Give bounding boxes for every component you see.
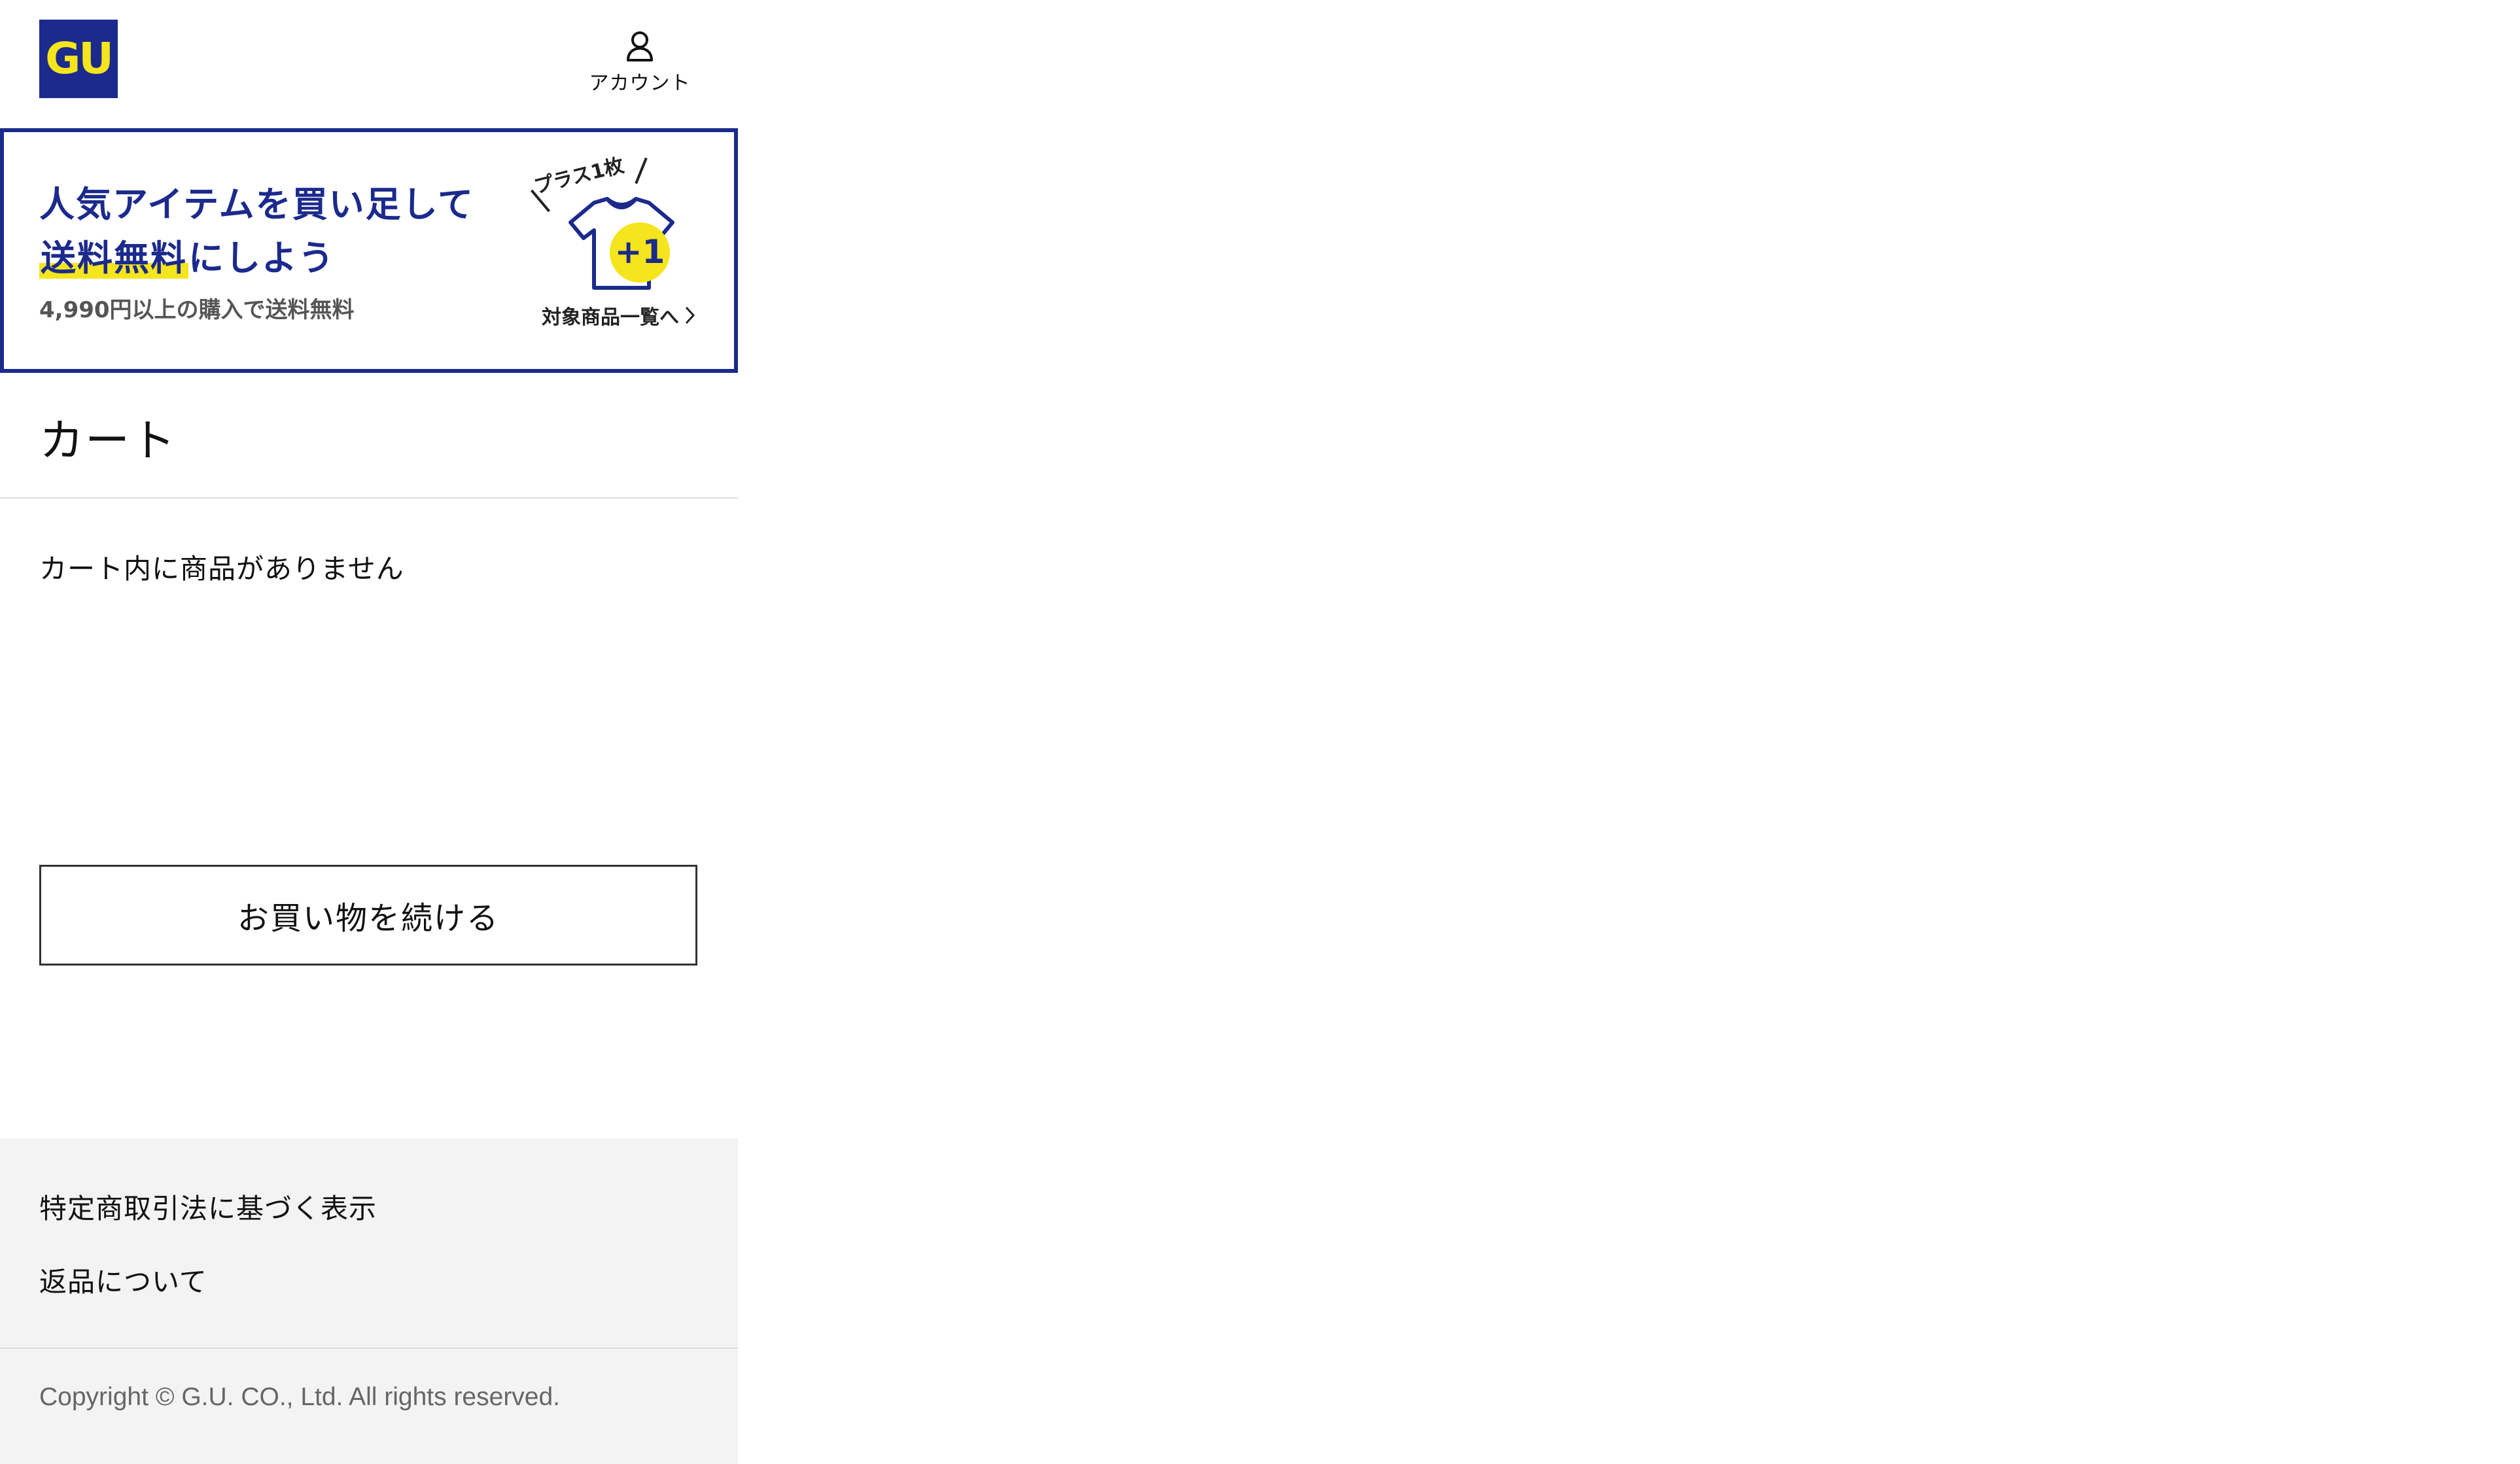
banner-link: 対象商品一覧へ: [542, 301, 696, 330]
mobile-column: GU アカウント 人気アイテムを買い足して 送料無料にしよう 4,990円以上の…: [0, 0, 738, 1464]
footer-links: 特定商取引法に基づく表示 返品について: [0, 1138, 738, 1349]
plus-one-badge: +1: [615, 233, 665, 271]
account-label: アカウント: [589, 72, 691, 95]
tshirt-icon: +1: [569, 197, 674, 290]
banner-subtext: 4,990円以上の購入で送料無料: [39, 297, 355, 323]
page-title: カート: [39, 415, 177, 467]
banner-headline-line1: 人気アイテムを買い足して: [39, 184, 474, 225]
banner-link-label: 対象商品一覧へ: [542, 306, 679, 329]
logo-text: GU: [45, 33, 114, 84]
banner-tag: プラス1枚: [531, 154, 627, 199]
site-footer: 特定商取引法に基づく表示 返品について Copyright © G.U. CO.…: [0, 1138, 738, 1464]
page: GU アカウント 人気アイテムを買い足して 送料無料にしよう 4,990円以上の…: [0, 0, 2520, 1464]
site-header: GU アカウント: [0, 0, 738, 128]
footer-link-legal-notice[interactable]: 特定商取引法に基づく表示: [39, 1187, 377, 1227]
tag-slash-right: [635, 157, 648, 184]
banner-headline-line2: 送料無料にしよう: [39, 229, 335, 281]
cart-title-area: カート: [0, 373, 738, 498]
banner-highlight: 送料無料: [39, 237, 188, 279]
footer-link-returns[interactable]: 返品について: [39, 1260, 207, 1300]
empty-cart-message: カート内に商品がありません: [39, 553, 404, 585]
copyright-text: Copyright © G.U. CO., Ltd. All rights re…: [39, 1383, 561, 1411]
free-shipping-banner[interactable]: 人気アイテムを買い足して 送料無料にしよう 4,990円以上の購入で送料無料 プ…: [0, 128, 738, 373]
gu-logo[interactable]: GU: [39, 20, 118, 98]
banner-headline-rest: にしよう: [188, 237, 335, 279]
continue-shopping-button[interactable]: お買い物を続ける: [39, 865, 697, 966]
user-icon: [627, 31, 653, 61]
account-link[interactable]: アカウント: [582, 30, 697, 102]
chevron-right-icon: [685, 306, 695, 324]
